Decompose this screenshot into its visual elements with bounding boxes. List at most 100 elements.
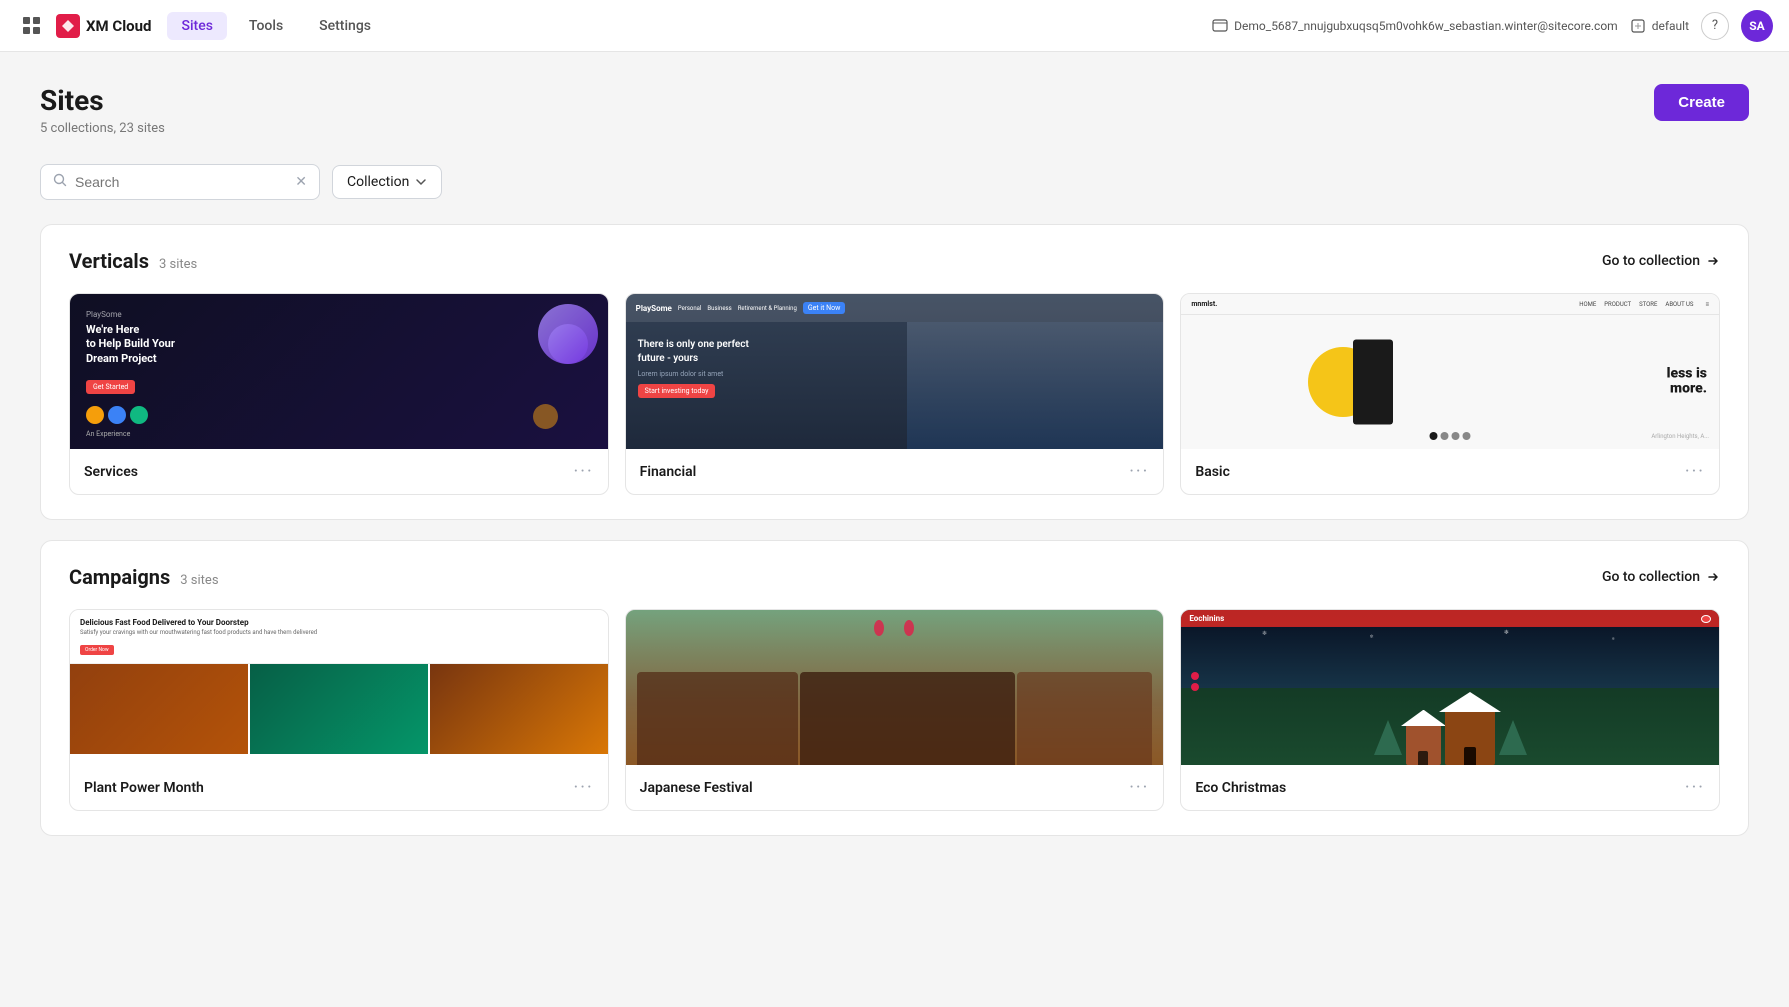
japanese-mock — [626, 610, 1164, 765]
tab-tools[interactable]: Tools — [235, 12, 297, 40]
dot-2 — [1441, 432, 1449, 440]
help-button[interactable]: ? — [1701, 12, 1729, 40]
site-card-japanese[interactable]: Japanese Festival ··· — [625, 609, 1165, 811]
house-1-door — [1418, 751, 1428, 765]
site-card-financial-footer: Financial ··· — [626, 449, 1164, 494]
christmas-nav-divider — [1230, 618, 1695, 619]
page-subtitle: 5 collections, 23 sites — [40, 121, 165, 136]
collection-filter-button[interactable]: Collection — [332, 165, 442, 199]
food-2 — [250, 664, 428, 754]
go-to-collection-verticals[interactable]: Go to collection — [1602, 253, 1720, 269]
basic-nav-menu-icon: ≡ — [1705, 301, 1709, 308]
env-label: Demo_5687_nnujgubxuqsq5m0vohk6w_sebastia… — [1234, 19, 1618, 33]
financial-brand: PlaySome — [636, 304, 672, 313]
financial-nav-cta: Get it Now — [803, 302, 845, 314]
site-card-financial-menu[interactable]: ··· — [1129, 461, 1149, 482]
create-button[interactable]: Create — [1654, 84, 1749, 121]
christmas-scene — [1181, 664, 1719, 765]
tree-right — [1499, 720, 1527, 755]
snow-4: ❄ — [1611, 636, 1614, 641]
tab-settings[interactable]: Settings — [305, 12, 385, 40]
services-mock-cta: Get Started — [86, 380, 135, 394]
collection-campaigns-count: 3 sites — [180, 573, 218, 588]
site-card-financial-thumb: PlaySome Personal Business Retirement & … — [626, 294, 1164, 449]
site-card-christmas-menu[interactable]: ··· — [1685, 777, 1705, 798]
house-2 — [1445, 710, 1495, 765]
collection-verticals: Verticals 3 sites Go to collection PlayS… — [40, 224, 1749, 520]
tab-sites[interactable]: Sites — [167, 12, 226, 40]
tree-left — [1374, 720, 1402, 755]
apps-icon[interactable] — [16, 10, 48, 42]
snow-2: ❄ — [1370, 634, 1374, 640]
house-1 — [1406, 725, 1441, 765]
env-selector[interactable]: Demo_5687_nnujgubxuqsq5m0vohk6w_sebastia… — [1212, 18, 1618, 34]
circle-3 — [130, 406, 148, 424]
collection-title-group: Verticals 3 sites — [69, 249, 197, 273]
financial-bg-img — [907, 322, 1164, 449]
site-card-japanese-menu[interactable]: ··· — [1129, 777, 1149, 798]
collection-campaigns-header: Campaigns 3 sites Go to collection — [69, 565, 1720, 589]
logo: XM Cloud — [56, 14, 151, 38]
collection-verticals-count: 3 sites — [159, 257, 197, 272]
circle-2 — [108, 406, 126, 424]
basic-mock-nav: mnmlst. HOME PRODUCT STORE ABOUT US ≡ — [1181, 294, 1719, 315]
site-card-services-menu[interactable]: ··· — [574, 461, 594, 482]
site-card-services[interactable]: PlaySome We're Hereto Help Build YourDre… — [69, 293, 609, 495]
building-2 — [800, 672, 1015, 765]
lantern-2 — [904, 620, 914, 636]
dot-4 — [1463, 432, 1471, 440]
collection-filter-label: Collection — [347, 174, 409, 190]
site-card-basic-thumb: mnmlst. HOME PRODUCT STORE ABOUT US ≡ — [1181, 294, 1719, 449]
basic-nav-product: PRODUCT — [1604, 301, 1631, 308]
baubles-left — [1191, 672, 1199, 691]
page-title: Sites — [40, 84, 165, 117]
financial-cta: Start investing today — [638, 384, 716, 398]
financial-content: There is only one perfectfuture - yours … — [626, 322, 907, 449]
page-header: Sites 5 collections, 23 sites Create — [40, 84, 1749, 136]
site-card-christmas-thumb: Eochinins ❄ ❄ ❄ ❄ — [1181, 610, 1719, 765]
site-card-plant-thumb: Delicious Fast Food Delivered to Your Do… — [70, 610, 608, 765]
site-card-financial[interactable]: PlaySome Personal Business Retirement & … — [625, 293, 1165, 495]
user-avatar[interactable]: SA — [1741, 10, 1773, 42]
japanese-buildings — [626, 672, 1164, 765]
search-input[interactable] — [75, 174, 287, 190]
site-card-basic[interactable]: mnmlst. HOME PRODUCT STORE ABOUT US ≡ — [1180, 293, 1720, 495]
clear-search-icon[interactable]: ✕ — [295, 174, 307, 190]
lantern-1 — [874, 620, 884, 636]
financial-body: There is only one perfectfuture - yours … — [626, 322, 1164, 449]
snow-1: ❄ — [1262, 630, 1267, 637]
site-card-plant-menu[interactable]: ··· — [574, 777, 594, 798]
basic-content: less ismore. Arlington Heights, A... — [1181, 315, 1719, 448]
services-mock: PlaySome We're Hereto Help Build YourDre… — [70, 294, 608, 449]
site-card-basic-menu[interactable]: ··· — [1685, 461, 1705, 482]
site-card-services-thumb: PlaySome We're Hereto Help Build YourDre… — [70, 294, 608, 449]
house-1-roof — [1401, 710, 1446, 726]
site-card-christmas-name: Eco Christmas — [1195, 780, 1286, 796]
verticals-cards-grid: PlaySome We're Hereto Help Build YourDre… — [69, 293, 1720, 495]
japanese-lanterns — [874, 620, 914, 636]
page-title-group: Sites 5 collections, 23 sites — [40, 84, 165, 136]
financial-nav-1: Personal — [678, 305, 702, 312]
go-to-collection-campaigns[interactable]: Go to collection — [1602, 569, 1720, 585]
topnav: XM Cloud Sites Tools Settings Demo_5687_… — [0, 0, 1789, 52]
campaigns-title-group: Campaigns 3 sites — [69, 565, 219, 589]
basic-dots — [1430, 432, 1471, 440]
site-card-services-footer: Services ··· — [70, 449, 608, 494]
plant-food-grid — [70, 664, 608, 754]
default-selector[interactable]: default — [1630, 18, 1689, 34]
site-card-christmas-footer: Eco Christmas ··· — [1181, 765, 1719, 810]
financial-mock: PlaySome Personal Business Retirement & … — [626, 294, 1164, 449]
site-card-japanese-footer: Japanese Festival ··· — [626, 765, 1164, 810]
plant-sub: Satisfy your cravings with our mouthwate… — [80, 629, 598, 636]
search-icon — [53, 173, 67, 191]
site-card-christmas[interactable]: Eochinins ❄ ❄ ❄ ❄ — [1180, 609, 1720, 811]
basic-logo: mnmlst. — [1191, 300, 1217, 308]
basic-nav-store: STORE — [1639, 301, 1657, 308]
orb-2 — [533, 404, 558, 429]
financial-nav-2: Business — [707, 305, 731, 312]
financial-img-overlay — [907, 322, 1164, 449]
site-card-japanese-name: Japanese Festival — [640, 780, 753, 796]
site-card-services-name: Services — [84, 464, 138, 480]
site-card-plant[interactable]: Delicious Fast Food Delivered to Your Do… — [69, 609, 609, 811]
plant-header: Delicious Fast Food Delivered to Your Do… — [70, 610, 608, 664]
